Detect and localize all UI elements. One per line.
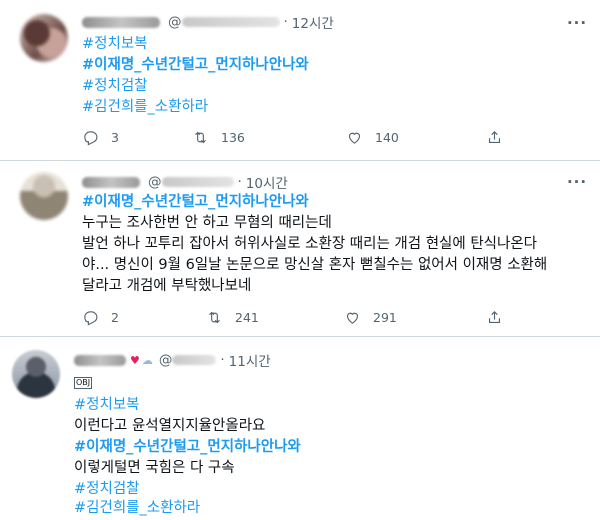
retweet-count: 136 bbox=[221, 129, 245, 145]
retweet-count: 241 bbox=[235, 309, 259, 325]
handle-blurred[interactable] bbox=[181, 17, 280, 27]
separator-dot: · bbox=[237, 174, 242, 190]
hashtag[interactable]: #정치검찰 bbox=[82, 76, 148, 97]
handle-prefix: @ bbox=[168, 14, 182, 30]
handle-prefix: @ bbox=[148, 174, 162, 190]
tweet[interactable]: @ · 12시간 ··· #정치보복 #이재명_수년간털고_먼지하나안나와 #정… bbox=[0, 0, 600, 160]
display-name-blurred[interactable] bbox=[74, 354, 126, 366]
timestamp[interactable]: 11시간 bbox=[229, 350, 271, 370]
hashtag[interactable]: #이재명_수년간털고_먼지하나안나와 bbox=[74, 437, 301, 458]
handle-prefix: @ bbox=[158, 352, 173, 368]
divider bbox=[0, 336, 600, 337]
obj-placeholder: OBJ bbox=[74, 374, 93, 389]
reply-count: 3 bbox=[111, 129, 119, 145]
reply-button[interactable]: 2 bbox=[82, 308, 119, 326]
reply-count: 2 bbox=[111, 309, 119, 325]
tweet-text-line: 이렇게털면 국힘은 다 구속 bbox=[74, 460, 235, 476]
separator-dot: · bbox=[220, 352, 225, 368]
display-name-blurred[interactable] bbox=[82, 16, 160, 28]
retweet-icon bbox=[209, 311, 220, 323]
separator-dot: · bbox=[283, 14, 288, 30]
tweet[interactable]: ♥ ☁ @ · 11시간 OBJ #정치보복 이런다고 윤석열지지율안올라요 #… bbox=[0, 338, 600, 520]
like-count: 291 bbox=[373, 309, 397, 325]
timestamp[interactable]: 12시간 bbox=[292, 12, 334, 32]
avatar[interactable] bbox=[20, 14, 68, 62]
cloud-emoji-icon: ☁ bbox=[141, 353, 153, 367]
hashtag[interactable]: #정치검찰 bbox=[74, 479, 140, 500]
tweet-text-line: 발언 하나 꼬투리 잡아서 허위사실로 소환장 때리는 개검 현실에 탄식나온다 bbox=[82, 236, 538, 252]
tweet-text-line: 누구는 조사한번 안 하고 무혐의 때리는데 bbox=[82, 215, 332, 231]
more-icon[interactable]: ··· bbox=[567, 173, 586, 191]
tweet-text-line: 야... 명신이 9월 6일날 논문으로 망신살 혼자 뻗칠수는 없어서 이재명… bbox=[82, 257, 548, 273]
display-name-blurred[interactable] bbox=[82, 176, 140, 188]
hashtag[interactable]: #김건희를_소환하라 bbox=[74, 498, 200, 519]
retweet-button[interactable]: 136 bbox=[192, 128, 245, 146]
reply-icon bbox=[84, 130, 98, 146]
retweet-icon bbox=[195, 131, 206, 143]
more-icon[interactable]: ··· bbox=[567, 14, 586, 32]
share-icon bbox=[488, 310, 501, 323]
like-button[interactable]: 140 bbox=[346, 128, 399, 146]
timestamp[interactable]: 10시간 bbox=[246, 172, 288, 192]
share-button[interactable] bbox=[486, 308, 503, 326]
share-button[interactable] bbox=[486, 128, 503, 146]
hashtag[interactable]: #이재명_수년간털고_먼지하나안나와 bbox=[82, 192, 309, 213]
reply-icon bbox=[84, 310, 98, 326]
tweet[interactable]: @ · 10시간 ··· #이재명_수년간털고_먼지하나안나와 누구는 조사한번… bbox=[0, 162, 600, 334]
heart-icon bbox=[346, 312, 359, 324]
handle-blurred[interactable] bbox=[161, 177, 234, 187]
share-icon bbox=[488, 130, 501, 143]
heart-emoji-icon: ♥ bbox=[130, 353, 140, 367]
retweet-button[interactable]: 241 bbox=[206, 308, 259, 326]
like-count: 140 bbox=[375, 129, 399, 145]
obj-box: OBJ bbox=[74, 377, 93, 389]
handle-blurred[interactable] bbox=[172, 355, 217, 365]
tweet-header: @ · 10시간 bbox=[82, 172, 288, 192]
avatar[interactable] bbox=[12, 350, 60, 398]
avatar[interactable] bbox=[20, 172, 68, 220]
tweet-header: ♥ ☁ @ · 11시간 bbox=[74, 350, 271, 370]
divider bbox=[0, 160, 600, 161]
hashtag[interactable]: #김건희를_소환하라 bbox=[82, 97, 208, 118]
tweet-text-line: 달라고 개검에 부탁했나보네 bbox=[82, 278, 252, 294]
hashtag[interactable]: #정치보복 bbox=[74, 395, 140, 416]
tweet-text-line: 이런다고 윤석열지지율안올라요 bbox=[74, 418, 266, 434]
heart-icon bbox=[348, 132, 361, 144]
hashtag[interactable]: #정치보복 bbox=[82, 34, 148, 55]
tweet-header: @ · 12시간 bbox=[82, 12, 334, 32]
reply-button[interactable]: 3 bbox=[82, 128, 119, 146]
hashtag[interactable]: #이재명_수년간털고_먼지하나안나와 bbox=[82, 55, 309, 76]
like-button[interactable]: 291 bbox=[344, 308, 397, 326]
